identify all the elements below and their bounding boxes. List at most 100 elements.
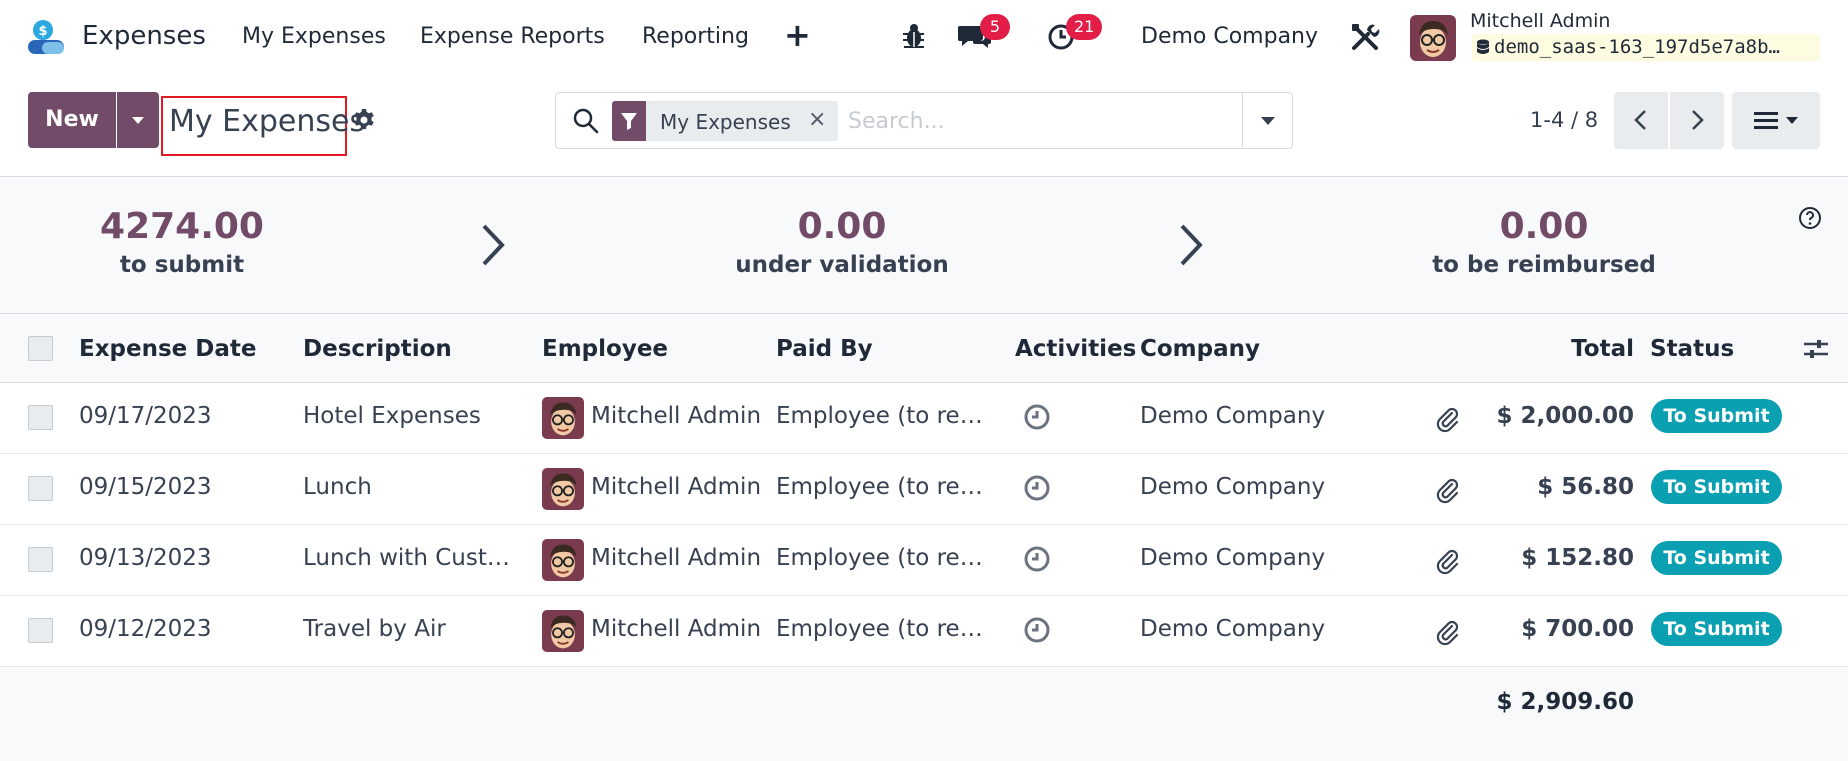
cell-expense-date: 09/13/2023 [79, 545, 212, 571]
new-button[interactable]: New [28, 92, 116, 148]
cell-paid-by: Employee (to rei… [776, 403, 986, 429]
search-options-toggle[interactable] [1242, 93, 1292, 148]
debug-tools-icon[interactable] [1350, 22, 1380, 52]
menu-my-expenses[interactable]: My Expenses [242, 24, 386, 49]
expenses-app-icon[interactable]: $ [26, 18, 66, 58]
database-name: demo_saas-163_197d5e7a8b… [1494, 36, 1780, 58]
row-checkbox[interactable] [28, 476, 53, 501]
activity-clock-icon[interactable] [1023, 616, 1051, 644]
row-checkbox[interactable] [28, 618, 53, 643]
activity-clock-icon[interactable] [1023, 474, 1051, 502]
cell-expense-date: 09/12/2023 [79, 616, 212, 642]
employee-avatar [542, 539, 584, 581]
new-dropdown-toggle[interactable] [117, 92, 159, 148]
cell-description: Hotel Expenses [303, 403, 481, 429]
table-header: Expense Date Description Employee Paid B… [0, 315, 1848, 383]
paperclip-icon[interactable] [1436, 549, 1460, 575]
cell-employee: Mitchell Admin [591, 474, 762, 500]
cell-company: Demo Company [1140, 616, 1326, 642]
cell-paid-by: Employee (to rei… [776, 474, 986, 500]
menu-expense-reports[interactable]: Expense Reports [420, 24, 605, 49]
employee-avatar [542, 610, 584, 652]
header-expense-date[interactable]: Expense Date [79, 336, 257, 362]
employee-avatar [542, 397, 584, 439]
facet-remove-icon[interactable]: × [808, 107, 826, 132]
plus-icon[interactable]: + [784, 17, 811, 53]
table-row[interactable]: 09/13/2023 Lunch with Custo… Mitchell Ad… [0, 525, 1848, 596]
filter-icon [612, 101, 646, 141]
status-badge: To Submit [1651, 612, 1782, 646]
activity-clock-icon[interactable] [1023, 545, 1051, 573]
paperclip-icon[interactable] [1436, 407, 1460, 433]
menu-reporting[interactable]: Reporting [642, 24, 749, 49]
select-all-checkbox[interactable] [28, 336, 53, 361]
app-title[interactable]: Expenses [82, 21, 206, 51]
header-status[interactable]: Status [1650, 336, 1734, 362]
cell-description: Lunch [303, 474, 372, 500]
stat-to-submit-label[interactable]: to submit [82, 252, 282, 278]
cell-company: Demo Company [1140, 403, 1326, 429]
cell-total: $ 700.00 [1521, 616, 1634, 642]
bug-icon[interactable] [900, 22, 928, 50]
search-bar: My Expenses × [555, 92, 1293, 149]
search-icon[interactable] [572, 107, 600, 135]
page-title: My Expenses [161, 96, 365, 156]
cell-expense-date: 09/15/2023 [79, 474, 212, 500]
stat-under-validation-label[interactable]: under validation [712, 252, 972, 278]
header-employee[interactable]: Employee [542, 336, 668, 362]
stat-to-be-reimbursed-value[interactable]: 0.00 [1444, 206, 1644, 247]
status-badge: To Submit [1651, 541, 1782, 575]
table-row[interactable]: 09/15/2023 Lunch Mitchell Admin Employee… [0, 454, 1848, 525]
chevron-left-icon [1634, 110, 1646, 130]
row-checkbox[interactable] [28, 547, 53, 572]
list-view-icon [1754, 112, 1798, 129]
top-navbar: $ Expenses My Expenses Expense Reports R… [0, 0, 1848, 76]
company-switcher[interactable]: Demo Company [1141, 24, 1318, 49]
activities-badge: 21 [1066, 14, 1103, 40]
search-facet: My Expenses × [612, 101, 838, 141]
stat-to-be-reimbursed-label[interactable]: to be reimbursed [1414, 252, 1674, 278]
stat-under-validation-value[interactable]: 0.00 [742, 206, 942, 247]
column-settings-icon[interactable] [1802, 337, 1830, 361]
pager-value[interactable]: 1-4 / 8 [1530, 108, 1598, 132]
row-checkbox[interactable] [28, 405, 53, 430]
cell-employee: Mitchell Admin [591, 616, 762, 642]
cell-paid-by: Employee (to rei… [776, 545, 986, 571]
database-icon [1477, 39, 1489, 54]
cell-total: $ 152.80 [1521, 545, 1634, 571]
table-row[interactable]: 09/12/2023 Travel by Air Mitchell Admin … [0, 596, 1848, 667]
expense-summary: 4274.00 to submit 0.00 under validation … [0, 178, 1848, 314]
cell-expense-date: 09/17/2023 [79, 403, 212, 429]
search-input[interactable] [848, 103, 1228, 139]
header-total[interactable]: Total [1571, 336, 1634, 362]
header-activities[interactable]: Activities [1015, 336, 1136, 362]
table-row[interactable]: 09/17/2023 Hotel Expenses Mitchell Admin… [0, 383, 1848, 454]
header-description[interactable]: Description [303, 336, 452, 362]
expenses-table: Expense Date Description Employee Paid B… [0, 315, 1848, 733]
cell-paid-by: Employee (to rei… [776, 616, 986, 642]
control-panel: New My Expenses My Expenses × 1-4 / 8 [0, 76, 1848, 177]
cell-company: Demo Company [1140, 545, 1326, 571]
header-paid-by[interactable]: Paid By [776, 336, 873, 362]
grand-total: $ 2,909.60 [1496, 689, 1634, 715]
pager-next-button[interactable] [1670, 92, 1724, 149]
user-name[interactable]: Mitchell Admin [1470, 10, 1610, 32]
cell-company: Demo Company [1140, 474, 1326, 500]
paperclip-icon[interactable] [1436, 478, 1460, 504]
cell-description: Lunch with Custo… [303, 545, 523, 571]
gear-icon[interactable] [352, 108, 376, 132]
svg-text:$: $ [38, 24, 47, 39]
database-chip: demo_saas-163_197d5e7a8b… [1472, 34, 1820, 61]
cell-total: $ 56.80 [1537, 474, 1634, 500]
employee-avatar [542, 468, 584, 510]
chevron-right-icon [482, 224, 505, 266]
pager-previous-button[interactable] [1614, 92, 1668, 149]
header-company[interactable]: Company [1140, 336, 1260, 362]
activity-clock-icon[interactable] [1023, 403, 1051, 431]
paperclip-icon[interactable] [1436, 620, 1460, 646]
stat-to-submit-value[interactable]: 4274.00 [82, 206, 282, 247]
user-avatar[interactable] [1410, 15, 1456, 61]
help-icon[interactable] [1798, 206, 1822, 230]
view-switcher[interactable] [1732, 92, 1820, 149]
messages-badge: 5 [980, 14, 1010, 40]
